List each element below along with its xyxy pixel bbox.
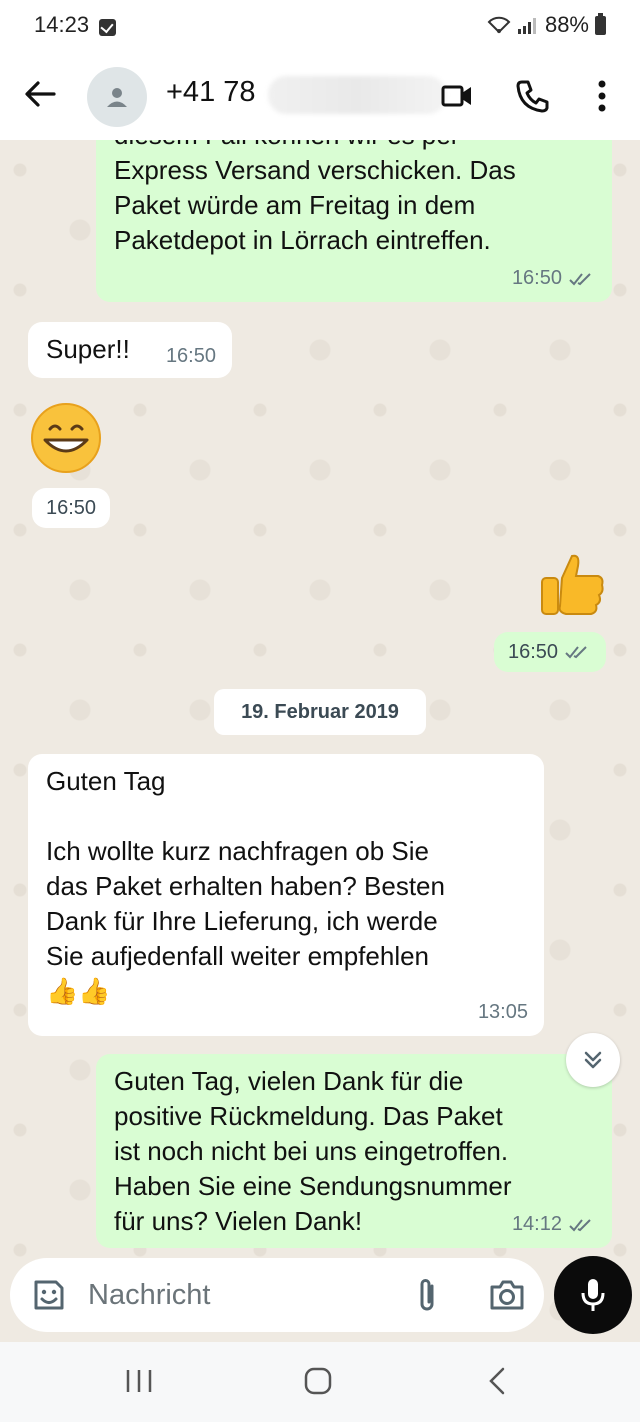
chat-area[interactable]: diesem Fall können wir es per Express Ve… <box>0 140 640 1340</box>
phone-call-icon[interactable] <box>514 77 552 115</box>
message-meta: 13:05 <box>478 995 528 1030</box>
avatar[interactable] <box>87 67 147 127</box>
message-time-pill: 16:50 <box>32 488 111 528</box>
message-composer <box>10 1258 544 1332</box>
message-time: 16:50 <box>511 267 562 289</box>
message-bubble-outgoing[interactable]: Guten Tag, vielen Dank für die positive … <box>96 1054 612 1248</box>
message-text: Guten Tag Ich wollte kurz nachfragen ob … <box>46 766 445 1006</box>
message-time: 16:50 <box>508 641 559 663</box>
message-time-pill: 16:50 <box>494 632 607 672</box>
back-arrow-icon[interactable] <box>22 76 58 112</box>
nav-recents-icon[interactable] <box>124 1368 154 1394</box>
message-text: Express Versand verschicken. Das Paket w… <box>114 155 516 255</box>
message-time: 16:50 <box>46 497 97 519</box>
message-meta: 16:50 <box>166 339 216 374</box>
emoji-message-incoming[interactable] <box>30 402 102 479</box>
contact-name[interactable]: +41 78 <box>166 76 256 109</box>
voice-record-button[interactable] <box>554 1256 632 1334</box>
chevron-double-down-icon <box>584 1051 602 1069</box>
attach-icon[interactable] <box>412 1276 442 1316</box>
message-meta: 14:12 <box>512 1207 596 1242</box>
signal-icon <box>517 18 536 34</box>
thumbs-up-emoji-icon <box>541 554 604 615</box>
double-tick-icon <box>565 646 587 659</box>
message-meta: 16:50 <box>512 261 596 296</box>
message-time: 16:50 <box>165 345 216 367</box>
more-vert-icon[interactable] <box>592 76 612 116</box>
message-input[interactable] <box>88 1272 388 1318</box>
notification-icon <box>99 18 117 36</box>
date-divider: 19. Februar 2019 <box>214 689 426 735</box>
camera-icon[interactable] <box>488 1278 526 1312</box>
message-text-partial: diesem Fall können wir es per <box>114 140 594 153</box>
message-time: 13:05 <box>477 1001 528 1023</box>
nav-home-icon[interactable] <box>303 1366 333 1396</box>
double-tick-icon <box>569 272 591 285</box>
redacted-number <box>268 76 446 114</box>
chat-header: +41 78 <box>0 50 640 140</box>
scroll-to-bottom-button[interactable] <box>566 1033 620 1087</box>
battery-icon <box>595 12 606 35</box>
avatar-person-icon <box>107 88 127 107</box>
emoji-message-outgoing[interactable] <box>536 548 608 625</box>
battery-percent: 88% <box>544 12 589 37</box>
wifi-icon <box>487 16 511 34</box>
nav-back-icon[interactable] <box>486 1366 508 1396</box>
system-nav-bar <box>0 1342 640 1422</box>
status-bar: 14:23 88% <box>0 0 640 50</box>
message-bubble-incoming[interactable]: Guten Tag Ich wollte kurz nachfragen ob … <box>28 754 544 1036</box>
mic-icon <box>581 1279 605 1311</box>
double-tick-icon <box>569 1218 591 1231</box>
video-call-icon[interactable] <box>440 78 476 114</box>
grinning-face-emoji-icon <box>31 403 101 473</box>
sticker-icon[interactable] <box>30 1276 68 1314</box>
message-bubble-outgoing[interactable]: diesem Fall können wir es per Express Ve… <box>96 140 612 302</box>
status-right: 88% <box>487 12 606 38</box>
message-time: 14:12 <box>511 1213 562 1235</box>
message-bubble-incoming[interactable]: Super!! 16:50 <box>28 322 232 378</box>
status-time: 14:23 <box>34 12 90 37</box>
